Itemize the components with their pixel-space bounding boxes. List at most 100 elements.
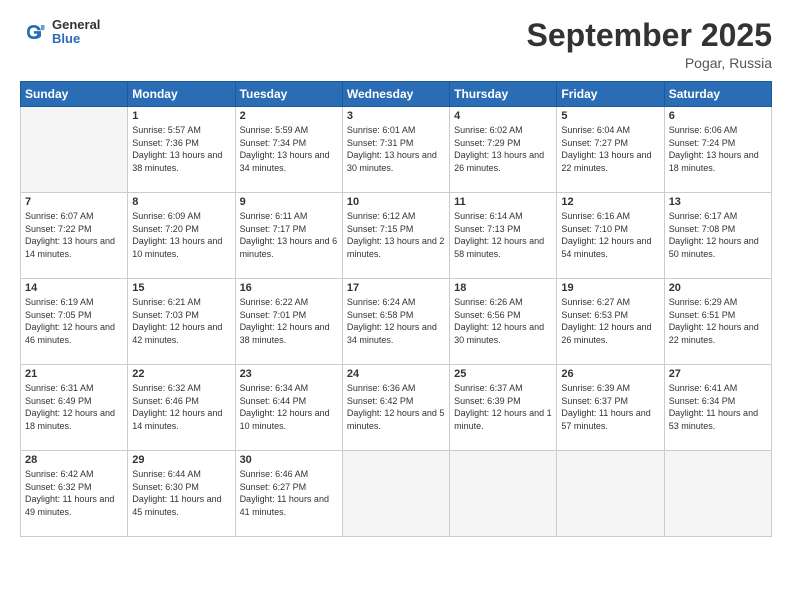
day-number: 18 <box>454 282 552 294</box>
calendar-cell <box>450 451 557 537</box>
page: General Blue September 2025 Pogar, Russi… <box>0 0 792 612</box>
calendar-cell: 18 Sunrise: 6:26 AMSunset: 6:56 PMDayligh… <box>450 279 557 365</box>
calendar-cell: 28 Sunrise: 6:42 AMSunset: 6:32 PMDayligh… <box>21 451 128 537</box>
calendar-header-row: SundayMondayTuesdayWednesdayThursdayFrid… <box>21 82 772 107</box>
day-info: Sunrise: 6:37 AMSunset: 6:39 PMDaylight:… <box>454 382 552 432</box>
day-number: 28 <box>25 454 123 466</box>
day-info: Sunrise: 6:41 AMSunset: 6:34 PMDaylight:… <box>669 382 767 432</box>
calendar-week-row: 21Sunrise: 6:31 AMSunset: 6:49 PMDayligh… <box>21 365 772 451</box>
day-number: 9 <box>240 196 338 208</box>
calendar-header-day: Tuesday <box>235 82 342 107</box>
day-number: 2 <box>240 110 338 122</box>
day-info: Sunrise: 6:16 AMSunset: 7:10 PMDaylight:… <box>561 210 659 260</box>
day-number: 17 <box>347 282 445 294</box>
calendar-header-day: Thursday <box>450 82 557 107</box>
calendar-cell: 30 Sunrise: 6:46 AMSunset: 6:27 PMDayligh… <box>235 451 342 537</box>
day-info: Sunrise: 6:36 AMSunset: 6:42 PMDaylight:… <box>347 382 445 432</box>
calendar-cell <box>557 451 664 537</box>
day-number: 1 <box>132 110 230 122</box>
day-number: 22 <box>132 368 230 380</box>
day-info: Sunrise: 6:04 AMSunset: 7:27 PMDaylight:… <box>561 124 659 174</box>
calendar-cell: 1 Sunrise: 5:57 AMSunset: 7:36 PMDaylight… <box>128 107 235 193</box>
day-number: 29 <box>132 454 230 466</box>
day-info: Sunrise: 6:31 AMSunset: 6:49 PMDaylight:… <box>25 382 123 432</box>
day-number: 16 <box>240 282 338 294</box>
calendar-cell: 10 Sunrise: 6:12 AMSunset: 7:15 PMDayligh… <box>342 193 449 279</box>
calendar-cell: 12Sunrise: 6:16 AMSunset: 7:10 PMDayligh… <box>557 193 664 279</box>
day-info: Sunrise: 6:07 AMSunset: 7:22 PMDaylight:… <box>25 210 123 260</box>
calendar-cell: 2 Sunrise: 5:59 AMSunset: 7:34 PMDaylight… <box>235 107 342 193</box>
calendar-cell: 11 Sunrise: 6:14 AMSunset: 7:13 PMDayligh… <box>450 193 557 279</box>
calendar-week-row: 7 Sunrise: 6:07 AMSunset: 7:22 PMDaylight… <box>21 193 772 279</box>
calendar-cell: 8 Sunrise: 6:09 AMSunset: 7:20 PMDaylight… <box>128 193 235 279</box>
calendar-cell: 16 Sunrise: 6:22 AMSunset: 7:01 PMDayligh… <box>235 279 342 365</box>
calendar-cell: 9 Sunrise: 6:11 AMSunset: 7:17 PMDaylight… <box>235 193 342 279</box>
day-info: Sunrise: 5:57 AMSunset: 7:36 PMDaylight:… <box>132 124 230 174</box>
calendar-cell: 26 Sunrise: 6:39 AMSunset: 6:37 PMDayligh… <box>557 365 664 451</box>
calendar-cell: 24 Sunrise: 6:36 AMSunset: 6:42 PMDayligh… <box>342 365 449 451</box>
day-info: Sunrise: 6:39 AMSunset: 6:37 PMDaylight:… <box>561 382 659 432</box>
day-number: 5 <box>561 110 659 122</box>
calendar-header-day: Sunday <box>21 82 128 107</box>
calendar-cell: 29 Sunrise: 6:44 AMSunset: 6:30 PMDayligh… <box>128 451 235 537</box>
day-info: Sunrise: 6:01 AMSunset: 7:31 PMDaylight:… <box>347 124 445 174</box>
calendar-cell <box>21 107 128 193</box>
calendar-cell: 22Sunrise: 6:32 AMSunset: 6:46 PMDayligh… <box>128 365 235 451</box>
day-info: Sunrise: 6:14 AMSunset: 7:13 PMDaylight:… <box>454 210 552 260</box>
day-info: Sunrise: 6:09 AMSunset: 7:20 PMDaylight:… <box>132 210 230 260</box>
day-number: 8 <box>132 196 230 208</box>
day-number: 26 <box>561 368 659 380</box>
day-info: Sunrise: 6:46 AMSunset: 6:27 PMDaylight:… <box>240 468 338 518</box>
day-info: Sunrise: 6:02 AMSunset: 7:29 PMDaylight:… <box>454 124 552 174</box>
day-info: Sunrise: 6:26 AMSunset: 6:56 PMDaylight:… <box>454 296 552 346</box>
calendar-cell: 20Sunrise: 6:29 AMSunset: 6:51 PMDayligh… <box>664 279 771 365</box>
calendar-cell: 6 Sunrise: 6:06 AMSunset: 7:24 PMDaylight… <box>664 107 771 193</box>
day-info: Sunrise: 6:34 AMSunset: 6:44 PMDaylight:… <box>240 382 338 432</box>
day-info: Sunrise: 6:22 AMSunset: 7:01 PMDaylight:… <box>240 296 338 346</box>
day-number: 6 <box>669 110 767 122</box>
day-info: Sunrise: 6:11 AMSunset: 7:17 PMDaylight:… <box>240 210 338 260</box>
calendar-cell: 14 Sunrise: 6:19 AMSunset: 7:05 PMDayligh… <box>21 279 128 365</box>
calendar-cell <box>342 451 449 537</box>
calendar: SundayMondayTuesdayWednesdayThursdayFrid… <box>20 81 772 537</box>
logo-general: General <box>52 18 100 32</box>
day-number: 15 <box>132 282 230 294</box>
day-number: 30 <box>240 454 338 466</box>
calendar-cell: 15 Sunrise: 6:21 AMSunset: 7:03 PMDayligh… <box>128 279 235 365</box>
day-info: Sunrise: 6:21 AMSunset: 7:03 PMDaylight:… <box>132 296 230 346</box>
calendar-header-day: Friday <box>557 82 664 107</box>
logo-text: General Blue <box>52 18 100 47</box>
day-number: 11 <box>454 196 552 208</box>
day-info: Sunrise: 6:44 AMSunset: 6:30 PMDaylight:… <box>132 468 230 518</box>
day-number: 20 <box>669 282 767 294</box>
logo-icon <box>20 18 48 46</box>
day-info: Sunrise: 6:12 AMSunset: 7:15 PMDaylight:… <box>347 210 445 260</box>
calendar-cell: 27 Sunrise: 6:41 AMSunset: 6:34 PMDayligh… <box>664 365 771 451</box>
day-number: 10 <box>347 196 445 208</box>
day-info: Sunrise: 6:24 AMSunset: 6:58 PMDaylight:… <box>347 296 445 346</box>
day-number: 13 <box>669 196 767 208</box>
calendar-cell: 23Sunrise: 6:34 AMSunset: 6:44 PMDayligh… <box>235 365 342 451</box>
day-number: 19 <box>561 282 659 294</box>
day-number: 27 <box>669 368 767 380</box>
day-info: Sunrise: 6:17 AMSunset: 7:08 PMDaylight:… <box>669 210 767 260</box>
calendar-cell: 25 Sunrise: 6:37 AMSunset: 6:39 PMDayligh… <box>450 365 557 451</box>
day-info: Sunrise: 6:19 AMSunset: 7:05 PMDaylight:… <box>25 296 123 346</box>
day-number: 25 <box>454 368 552 380</box>
location: Pogar, Russia <box>527 55 772 71</box>
calendar-week-row: 14 Sunrise: 6:19 AMSunset: 7:05 PMDayligh… <box>21 279 772 365</box>
day-info: Sunrise: 5:59 AMSunset: 7:34 PMDaylight:… <box>240 124 338 174</box>
day-number: 14 <box>25 282 123 294</box>
calendar-cell: 19 Sunrise: 6:27 AMSunset: 6:53 PMDayligh… <box>557 279 664 365</box>
calendar-header-day: Saturday <box>664 82 771 107</box>
day-number: 4 <box>454 110 552 122</box>
calendar-cell: 21Sunrise: 6:31 AMSunset: 6:49 PMDayligh… <box>21 365 128 451</box>
calendar-cell <box>664 451 771 537</box>
calendar-week-row: 28 Sunrise: 6:42 AMSunset: 6:32 PMDayligh… <box>21 451 772 537</box>
calendar-cell: 7 Sunrise: 6:07 AMSunset: 7:22 PMDaylight… <box>21 193 128 279</box>
day-info: Sunrise: 6:27 AMSunset: 6:53 PMDaylight:… <box>561 296 659 346</box>
day-info: Sunrise: 6:42 AMSunset: 6:32 PMDaylight:… <box>25 468 123 518</box>
day-number: 7 <box>25 196 123 208</box>
day-info: Sunrise: 6:06 AMSunset: 7:24 PMDaylight:… <box>669 124 767 174</box>
day-number: 24 <box>347 368 445 380</box>
